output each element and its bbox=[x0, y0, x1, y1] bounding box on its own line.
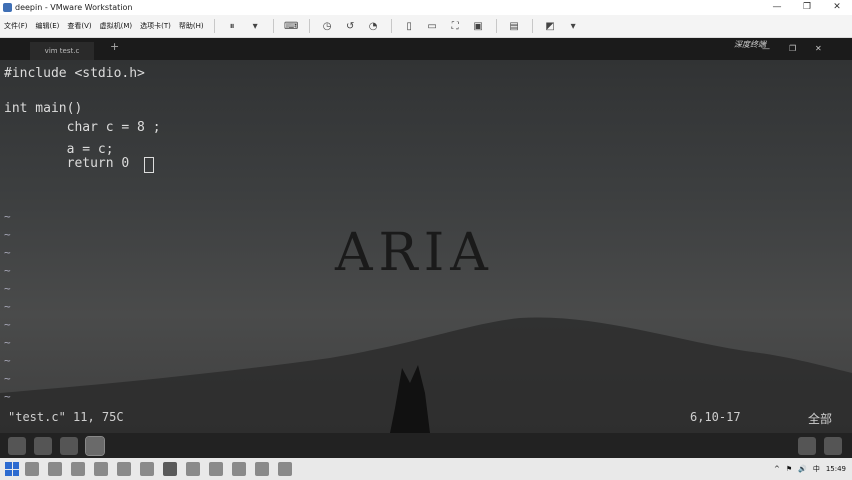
empty-line-marker: ~ bbox=[4, 318, 11, 331]
new-tab-button[interactable]: + bbox=[110, 40, 119, 60]
volume-icon[interactable]: 🔊 bbox=[798, 465, 807, 473]
sidebar-icon[interactable]: ▯ bbox=[403, 20, 416, 33]
app-icon[interactable] bbox=[140, 462, 154, 476]
file-manager-icon[interactable] bbox=[34, 436, 52, 455]
app-icon[interactable] bbox=[255, 462, 269, 476]
empty-line-marker: ~ bbox=[4, 246, 11, 259]
system-tray: ^ ⚑ 🔊 中 15:49 bbox=[774, 464, 852, 474]
browser-icon[interactable] bbox=[60, 436, 78, 455]
dropdown-icon[interactable]: ▾ bbox=[567, 20, 580, 33]
tray-flag-icon[interactable]: ⚑ bbox=[786, 465, 792, 473]
clock[interactable]: 15:49 bbox=[826, 465, 846, 473]
send-keys-icon[interactable]: ⌨ bbox=[284, 20, 298, 33]
menubar: 文件(F) 编辑(E) 查看(V) 虚拟机(M) 选项卡(T) 帮助(H) ⏸ … bbox=[0, 15, 852, 38]
guest-minimize-button[interactable]: — bbox=[762, 44, 770, 53]
app-icon[interactable] bbox=[48, 462, 62, 476]
menu-tabs[interactable]: 选项卡(T) bbox=[136, 21, 175, 31]
terminal-tabbar: vim test.c + bbox=[0, 38, 852, 60]
window-title: deepin - VMware Workstation bbox=[15, 3, 133, 12]
minimize-button[interactable]: — bbox=[762, 0, 792, 15]
menu-help[interactable]: 帮助(H) bbox=[175, 21, 208, 31]
empty-line-marker: ~ bbox=[4, 372, 11, 385]
empty-line-marker: ~ bbox=[4, 390, 11, 403]
code-line-3: int main() bbox=[4, 101, 83, 116]
toolbar-separator bbox=[213, 19, 215, 33]
empty-line-marker: ~ bbox=[4, 354, 11, 367]
maximize-button[interactable]: ❐ bbox=[792, 0, 822, 15]
dropdown-icon[interactable]: ▾ bbox=[249, 20, 262, 33]
view-options-icon[interactable]: ◩ bbox=[544, 20, 557, 33]
guest-maximize-button[interactable]: ❐ bbox=[789, 44, 796, 53]
app-icon[interactable] bbox=[71, 462, 85, 476]
app-icon[interactable] bbox=[209, 462, 223, 476]
terminal-tab[interactable]: vim test.c bbox=[30, 42, 94, 60]
empty-line-marker: ~ bbox=[4, 336, 11, 349]
empty-line-marker: ~ bbox=[4, 210, 11, 223]
menu-file[interactable]: 文件(F) bbox=[0, 21, 32, 31]
task-view-icon[interactable] bbox=[25, 462, 39, 476]
close-button[interactable]: ✕ bbox=[822, 0, 852, 15]
host-taskbar: ^ ⚑ 🔊 中 15:49 bbox=[0, 458, 852, 480]
app-icon[interactable] bbox=[117, 462, 131, 476]
guest-close-button[interactable]: ✕ bbox=[815, 44, 822, 53]
pause-icon[interactable]: ⏸ bbox=[226, 20, 239, 33]
snapshot-icon[interactable]: ◷ bbox=[321, 20, 334, 33]
launcher-icon[interactable] bbox=[8, 436, 26, 455]
menu-vm[interactable]: 虚拟机(M) bbox=[96, 21, 137, 31]
vim-status-scroll: 全部 bbox=[808, 412, 833, 426]
empty-line-marker: ~ bbox=[4, 282, 11, 295]
menu-edit[interactable]: 编辑(E) bbox=[32, 21, 64, 31]
app-icon[interactable] bbox=[186, 462, 200, 476]
app-icon[interactable] bbox=[94, 462, 108, 476]
thumbnail-icon[interactable]: ▭ bbox=[426, 20, 439, 33]
toolbar-separator bbox=[495, 19, 497, 33]
manage-snapshots-icon[interactable]: ◔ bbox=[367, 20, 380, 33]
empty-line-marker: ~ bbox=[4, 264, 11, 277]
vim-status-file: "test.c" 11, 75C bbox=[8, 410, 124, 424]
vim-status-position: 6,10-17 bbox=[690, 410, 741, 424]
show-desktop-icon[interactable] bbox=[824, 436, 842, 455]
wallpaper-logo: ARIA bbox=[335, 223, 494, 283]
vm-display[interactable]: vim test.c + 深度终端 — ❐ ✕ ARIA #include <s… bbox=[0, 38, 852, 433]
app-icon[interactable] bbox=[232, 462, 246, 476]
revert-icon[interactable]: ↺ bbox=[344, 20, 357, 33]
vmware-taskbar-icon[interactable] bbox=[163, 462, 177, 476]
toolbar-separator bbox=[308, 19, 310, 33]
host-titlebar: deepin - VMware Workstation — ❐ ✕ bbox=[0, 0, 852, 15]
empty-line-marker: ~ bbox=[4, 300, 11, 313]
guest-dock bbox=[0, 433, 852, 458]
code-line-6: return 0 bbox=[4, 156, 130, 171]
terminal-icon[interactable] bbox=[85, 435, 105, 456]
code-line-5: a = c; bbox=[4, 142, 114, 157]
vmware-icon bbox=[3, 3, 12, 12]
toolbar-separator bbox=[390, 19, 392, 33]
power-icon[interactable] bbox=[798, 436, 816, 455]
code-line-1: #include <stdio.h> bbox=[4, 66, 145, 81]
ime-indicator[interactable]: 中 bbox=[813, 464, 820, 474]
console-icon[interactable]: ▤ bbox=[508, 20, 521, 33]
unity-icon[interactable]: ▣ bbox=[472, 20, 485, 33]
menu-view[interactable]: 查看(V) bbox=[63, 21, 95, 31]
app-icon[interactable] bbox=[278, 462, 292, 476]
windows-start-icon[interactable] bbox=[5, 462, 19, 476]
toolbar-separator bbox=[531, 19, 533, 33]
empty-line-marker: ~ bbox=[4, 228, 11, 241]
text-cursor bbox=[144, 157, 154, 173]
tray-expand-icon[interactable]: ^ bbox=[774, 465, 780, 473]
toolbar-separator bbox=[272, 19, 274, 33]
fullscreen-icon[interactable]: ⛶ bbox=[449, 20, 462, 33]
code-line-4: char c = 8 ; bbox=[4, 120, 161, 135]
